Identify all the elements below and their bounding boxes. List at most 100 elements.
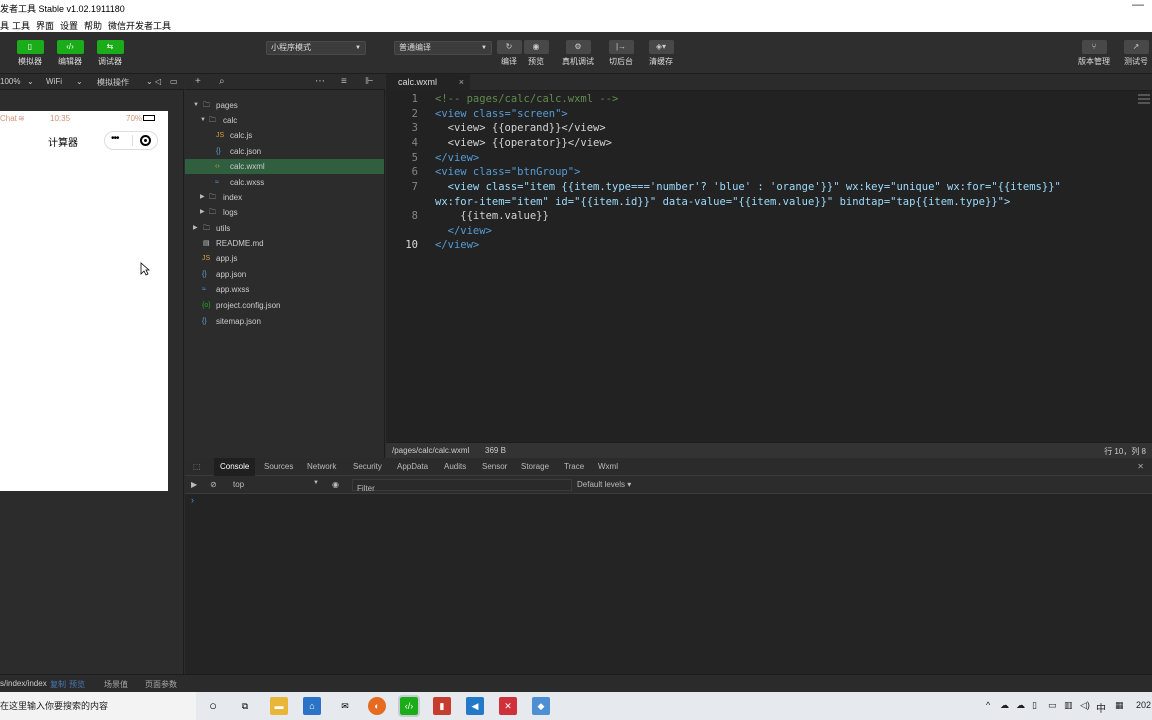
tab-audits[interactable]: Audits bbox=[438, 458, 472, 476]
menu-item-wechat-devtools[interactable]: 微信开发者工具 bbox=[108, 19, 171, 32]
chevron-down-icon[interactable]: ⌄ bbox=[27, 77, 34, 86]
vscode-icon[interactable]: ◀ bbox=[466, 697, 484, 715]
firefox-icon[interactable]: ◐ bbox=[368, 697, 386, 715]
version-button[interactable]: ⑂ 版本管理 bbox=[1074, 40, 1114, 67]
tree-folder-index[interactable]: ▶ 🗀 index bbox=[185, 190, 384, 205]
tree-folder-utils[interactable]: ▶ 🗀 utils bbox=[185, 221, 384, 236]
tab-console[interactable]: Console bbox=[214, 458, 256, 476]
tree-folder-logs[interactable]: ▶ 🗀 logs bbox=[185, 205, 384, 220]
tree-file-readme[interactable]: ▤ README.md bbox=[185, 236, 384, 251]
tab-security[interactable]: Security bbox=[347, 458, 388, 476]
code-editor[interactable]: 1 <!-- pages/calc/calc.wxml --> 2 <view … bbox=[386, 91, 1152, 442]
menu-item-help[interactable]: 帮助 bbox=[84, 19, 102, 32]
tree-file-project-config[interactable]: {o} project.config.json bbox=[185, 298, 384, 313]
tab-network[interactable]: Network bbox=[301, 458, 342, 476]
console-output[interactable]: › bbox=[185, 494, 1152, 674]
capsule-menu[interactable]: ••• bbox=[104, 131, 158, 150]
filter-input[interactable]: Filter bbox=[352, 479, 572, 493]
editor-button[interactable]: ‹/› 编辑器 bbox=[50, 40, 90, 67]
menu-item-tools[interactable]: 工具 bbox=[12, 19, 30, 32]
menu-item-project[interactable]: 具 bbox=[0, 19, 9, 32]
volume-icon[interactable]: ◁) bbox=[1080, 700, 1090, 711]
scene-value-button[interactable]: 场景值 bbox=[104, 679, 128, 690]
tab-appdata[interactable]: AppData bbox=[391, 458, 434, 476]
network-icon[interactable]: ▥ bbox=[1064, 700, 1073, 711]
tab-sensor[interactable]: Sensor bbox=[476, 458, 513, 476]
rotate-icon[interactable]: ▭ bbox=[170, 77, 178, 86]
chevron-up-icon[interactable]: ^ bbox=[986, 700, 990, 710]
mode-select[interactable]: 小程序模式 ▼ bbox=[266, 41, 366, 55]
more-icon[interactable]: ⋯ bbox=[315, 76, 325, 87]
tree-file-calc-js[interactable]: JS calc.js bbox=[185, 128, 384, 143]
eye-icon[interactable]: ◉ bbox=[332, 480, 339, 489]
store-icon[interactable]: ⌂ bbox=[303, 697, 321, 715]
tree-file-calc-wxml[interactable]: ‹› calc.wxml bbox=[185, 159, 384, 174]
volume-icon[interactable]: ◁ bbox=[155, 77, 161, 86]
menu-item-interface[interactable]: 界面 bbox=[36, 19, 54, 32]
log-levels-select[interactable]: Default levels ▾ bbox=[577, 480, 631, 489]
tree-file-calc-wxss[interactable]: ≈ calc.wxss bbox=[185, 175, 384, 190]
collapse-icon[interactable]: ≡ bbox=[341, 76, 347, 87]
file-explorer-icon[interactable]: ▬ bbox=[270, 697, 288, 715]
test-account-button[interactable]: ↗ 测试号 bbox=[1116, 40, 1152, 67]
cortana-icon[interactable]: ○ bbox=[204, 697, 222, 715]
close-icon[interactable]: × bbox=[459, 74, 464, 91]
chevron-down-icon[interactable]: ▼ bbox=[313, 480, 319, 486]
remote-debug-button[interactable]: ⚙ 真机调试 bbox=[558, 40, 598, 67]
copy-link[interactable]: 复制 bbox=[50, 679, 66, 690]
menu-item-settings[interactable]: 设置 bbox=[60, 19, 78, 32]
tree-file-app-json[interactable]: {} app.json bbox=[185, 267, 384, 282]
zoom-select[interactable]: 100% bbox=[0, 77, 20, 86]
close-miniprogram-icon[interactable] bbox=[140, 135, 151, 146]
tab-calc-wxml[interactable]: calc.wxml × bbox=[386, 74, 470, 91]
ime-indicator[interactable]: 中 bbox=[1096, 700, 1106, 715]
network-select[interactable]: WiFi bbox=[46, 77, 62, 86]
simulate-ops-select[interactable]: 模拟操作 bbox=[97, 77, 129, 88]
wechat-devtools-icon[interactable]: ‹/› bbox=[398, 695, 420, 717]
background-button[interactable]: |→ 切后台 bbox=[601, 40, 641, 67]
mail-icon[interactable]: ✉ bbox=[336, 697, 354, 715]
compile-mode-select[interactable]: 普通编译 ▼ bbox=[394, 41, 492, 55]
task-view-icon[interactable]: ⧉ bbox=[236, 697, 254, 715]
minimap[interactable] bbox=[1138, 92, 1150, 108]
keyboard-icon[interactable]: ▦ bbox=[1115, 700, 1124, 711]
clear-cache-button[interactable]: ◈▾ 清缓存 bbox=[641, 40, 681, 67]
tree-folder-pages[interactable]: ▼ 🗀 pages bbox=[185, 98, 384, 113]
context-select[interactable]: top bbox=[233, 480, 244, 489]
tray-cloud-icon[interactable]: ☁ bbox=[1000, 700, 1009, 711]
app-icon-red[interactable]: ▮ bbox=[433, 697, 451, 715]
battery-icon[interactable]: ▭ bbox=[1048, 700, 1057, 711]
tree-file-calc-json[interactable]: {} calc.json bbox=[185, 144, 384, 159]
taskbar-search[interactable]: 在这里输入你要搜索的内容 bbox=[0, 692, 196, 720]
phone-screen[interactable]: Chat ≋ 10:35 70% 计算器 ••• bbox=[0, 111, 168, 491]
tab-sources[interactable]: Sources bbox=[258, 458, 299, 476]
more-icon[interactable]: ••• bbox=[111, 133, 119, 144]
page-params-button[interactable]: 页面参数 bbox=[145, 679, 177, 690]
tab-trace[interactable]: Trace bbox=[558, 458, 590, 476]
preview-link[interactable]: 预览 bbox=[69, 679, 85, 690]
microphone-icon[interactable]: ▯ bbox=[1032, 700, 1037, 711]
preview-button[interactable]: ◉ 预览 bbox=[516, 40, 556, 67]
chevron-down-icon[interactable]: ⌄ bbox=[76, 77, 83, 86]
tree-folder-calc[interactable]: ▼ 🗀 calc bbox=[185, 113, 384, 128]
add-file-icon[interactable]: + bbox=[195, 76, 201, 87]
vs-icon[interactable]: ◆ bbox=[532, 697, 550, 715]
clear-console-icon[interactable]: ⊘ bbox=[210, 480, 217, 489]
sidebar-toggle-icon[interactable]: ▶ bbox=[191, 480, 197, 489]
tree-file-sitemap[interactable]: {} sitemap.json bbox=[185, 314, 384, 329]
xmind-icon[interactable]: ✕ bbox=[499, 697, 517, 715]
tree-file-app-wxss[interactable]: ≈ app.wxss bbox=[185, 282, 384, 297]
minimize-button[interactable]: — bbox=[1132, 0, 1144, 11]
tree-file-app-js[interactable]: JS app.js bbox=[185, 251, 384, 266]
split-icon[interactable]: ⊩ bbox=[365, 76, 374, 87]
tab-wxml[interactable]: Wxml bbox=[592, 458, 624, 476]
onedrive-icon[interactable]: ☁ bbox=[1016, 700, 1025, 711]
inspect-icon[interactable]: ⬚ bbox=[187, 458, 207, 476]
simulator-button[interactable]: ▯ 模拟器 bbox=[10, 40, 50, 67]
search-icon[interactable]: ⌕ bbox=[219, 76, 225, 87]
chevron-down-icon[interactable]: ⌄ bbox=[146, 77, 153, 86]
tab-storage[interactable]: Storage bbox=[515, 458, 555, 476]
clock-date[interactable]: 202 bbox=[1136, 700, 1151, 710]
debugger-button[interactable]: ⇆ 调试器 bbox=[90, 40, 130, 67]
close-icon[interactable]: ✕ bbox=[1131, 458, 1150, 476]
